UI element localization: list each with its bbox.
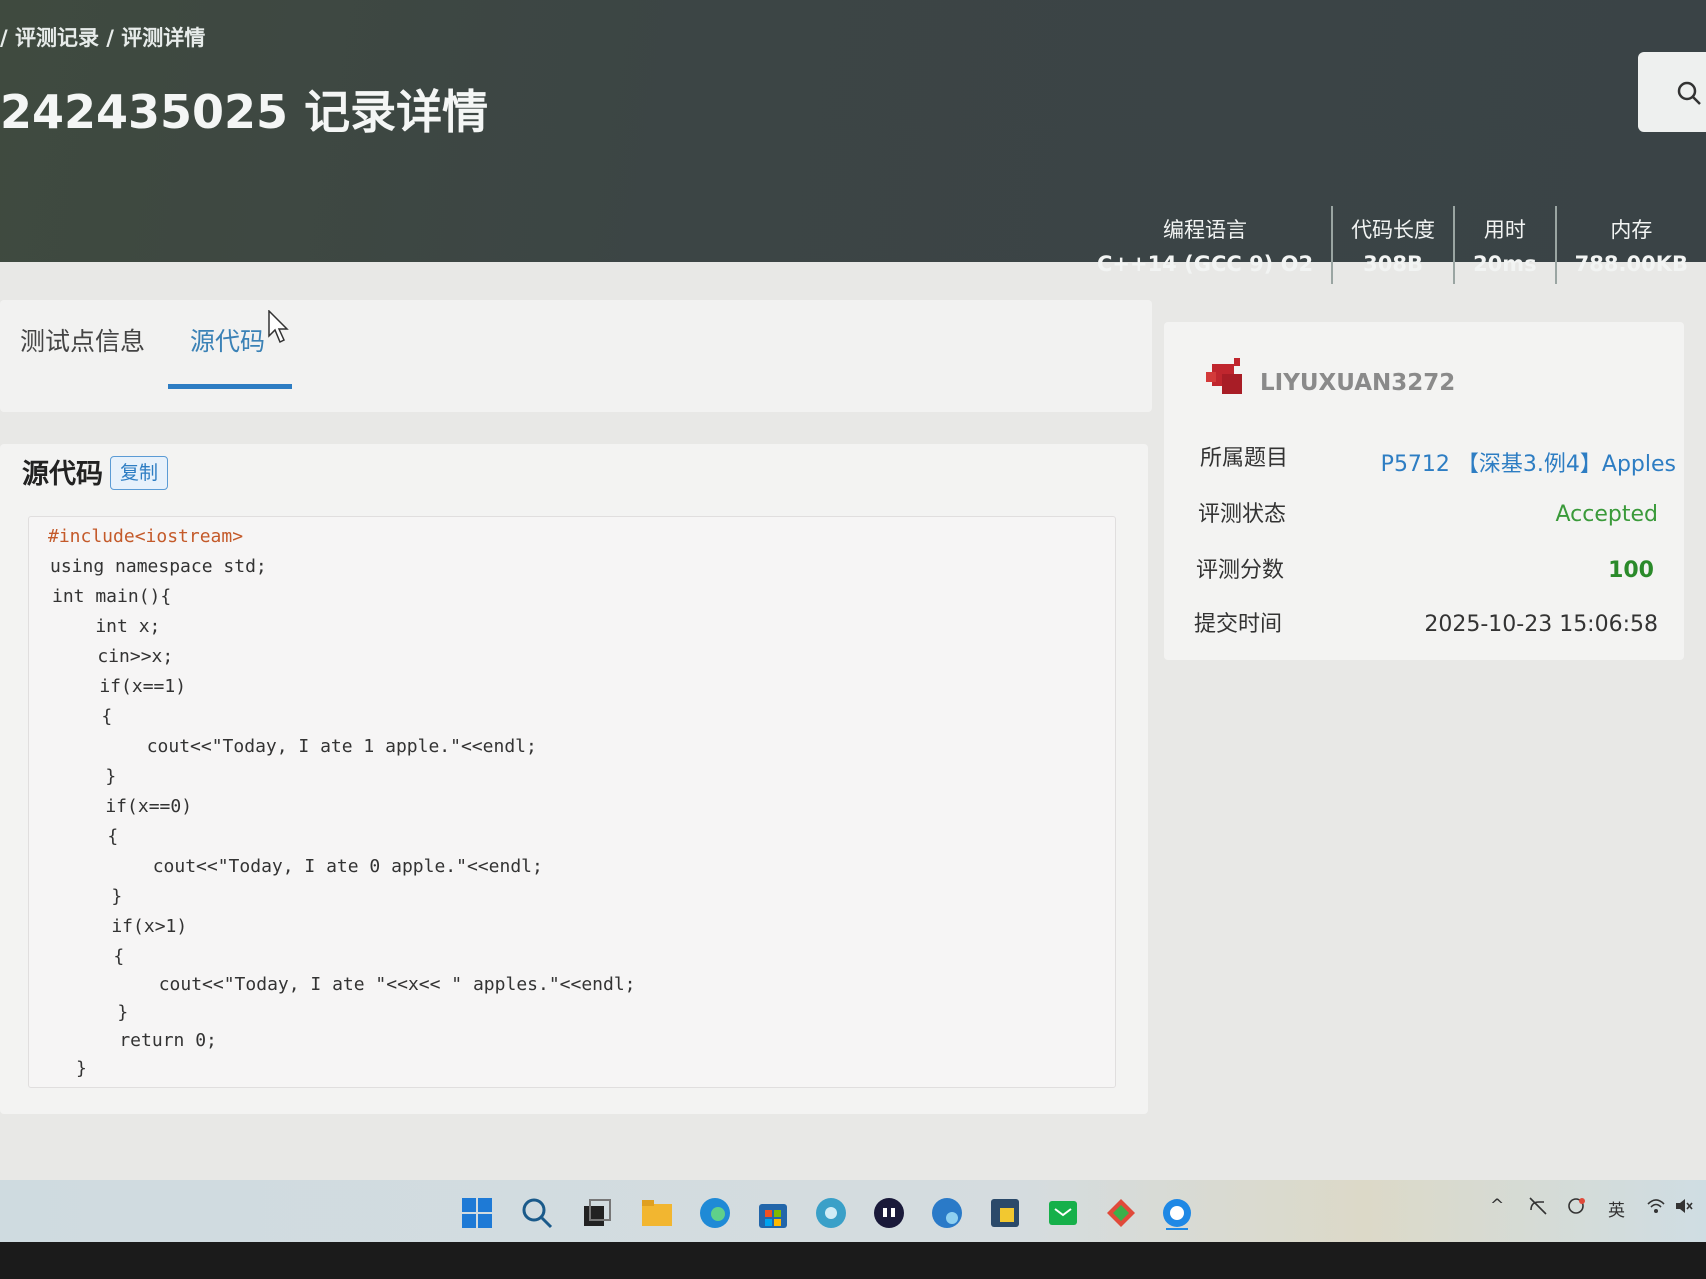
code-line: }	[76, 1058, 87, 1079]
code-line: return 0;	[76, 1030, 217, 1051]
input-method-indicator[interactable]: 英	[1608, 1196, 1625, 1221]
colorful-app-icon[interactable]	[1104, 1196, 1138, 1230]
stat-value: C++14 (GCC 9) O2	[1096, 252, 1314, 276]
code-line: int x;	[52, 616, 161, 637]
page-header: / 评测记录 / 评测详情 242435025 记录详情 编程语言 C++14 …	[0, 0, 1706, 284]
score-value: 100	[1608, 558, 1654, 583]
copy-button[interactable]: 复制	[110, 456, 168, 490]
code-line: if(x>1)	[68, 916, 188, 937]
username-link[interactable]: LIYUXUAN3272	[1260, 370, 1455, 396]
stat-value: 788.00KB	[1574, 252, 1688, 276]
info-label-status: 评测状态	[1198, 502, 1287, 527]
search-button[interactable]	[1638, 52, 1706, 132]
store-icon[interactable]	[756, 1196, 790, 1230]
code-line: if(x==0)	[62, 796, 193, 817]
code-line: cin>>x;	[54, 646, 174, 667]
code-line: }	[68, 886, 123, 907]
problem-link[interactable]: P5712 【深基3.例4】Apples	[1381, 446, 1676, 478]
submit-time-value: 2025-10-23 15:06:58	[1424, 612, 1658, 637]
stat-label: 内存	[1610, 218, 1653, 242]
source-code-heading: 源代码	[22, 459, 103, 490]
edge-browser-icon[interactable]	[698, 1196, 732, 1230]
stat-label: 用时	[1483, 218, 1526, 242]
record-stats: 编程语言 C++14 (GCC 9) O2 代码长度 308B 用时 20ms …	[1079, 206, 1706, 284]
task-view-icon[interactable]	[580, 1196, 614, 1230]
mouse-cursor-icon	[268, 309, 290, 348]
stat-value: 20ms	[1473, 252, 1537, 276]
qq-browser-icon[interactable]	[1160, 1196, 1194, 1230]
stat-language: 编程语言 C++14 (GCC 9) O2	[1079, 206, 1331, 284]
search-icon[interactable]	[520, 1196, 554, 1230]
code-line: cout<<"Today, I ate "<<x<< " apples."<<e…	[72, 974, 636, 995]
chat-app-icon[interactable]	[872, 1196, 906, 1230]
tab-testcase-info[interactable]: 测试点信息	[20, 322, 145, 358]
volume-muted-icon[interactable]	[1674, 1196, 1694, 1221]
code-line: {	[58, 706, 113, 727]
avatar[interactable]	[1204, 356, 1250, 406]
code-line: }	[62, 766, 117, 787]
code-line: }	[74, 1002, 129, 1023]
stat-memory: 内存 788.00KB	[1554, 206, 1706, 284]
stat-value: 308B	[1363, 252, 1423, 276]
python-editor-icon[interactable]	[988, 1196, 1022, 1230]
windows-start-icon[interactable]	[460, 1196, 494, 1230]
stat-time: 用时 20ms	[1453, 206, 1555, 284]
page-title: 242435025 记录详情	[0, 85, 489, 139]
code-line: int main(){	[52, 586, 172, 607]
tray-chevron-up-icon[interactable]: ^	[1490, 1196, 1504, 1216]
breadcrumb[interactable]: / 评测记录 / 评测详情	[0, 22, 205, 52]
taskbar	[0, 1180, 1706, 1242]
app-swirl-icon[interactable]	[814, 1196, 848, 1230]
code-line: cout<<"Today, I ate 0 apple."<<endl;	[66, 856, 543, 877]
tabs-bar: 测试点信息 源代码	[0, 300, 1152, 412]
code-line: {	[70, 946, 125, 967]
stat-label: 编程语言	[1163, 218, 1248, 242]
file-explorer-icon[interactable]	[640, 1196, 674, 1230]
info-label-problem: 所属题目	[1200, 446, 1289, 471]
active-tab-indicator	[168, 384, 292, 389]
edge-ai-icon[interactable]	[930, 1196, 964, 1230]
stat-code-length: 代码长度 308B	[1331, 206, 1453, 284]
stat-label: 代码长度	[1351, 218, 1436, 242]
code-line: cout<<"Today, I ate 1 apple."<<endl;	[60, 736, 537, 757]
code-line: {	[64, 826, 119, 847]
code-line: if(x==1)	[56, 676, 187, 697]
tray-sync-off-icon[interactable]	[1528, 1196, 1548, 1221]
info-label-submit-time: 提交时间	[1194, 612, 1283, 637]
message-app-icon[interactable]	[1046, 1196, 1080, 1230]
status-value: Accepted	[1555, 502, 1658, 527]
wifi-icon[interactable]	[1646, 1196, 1666, 1221]
tab-source-code[interactable]: 源代码	[190, 322, 265, 358]
info-label-score: 评测分数	[1196, 558, 1285, 583]
code-line: using namespace std;	[50, 556, 267, 577]
monitor-bezel	[0, 1242, 1706, 1279]
tray-refresh-icon[interactable]	[1566, 1196, 1586, 1221]
code-line: #include<iostream>	[48, 526, 244, 547]
